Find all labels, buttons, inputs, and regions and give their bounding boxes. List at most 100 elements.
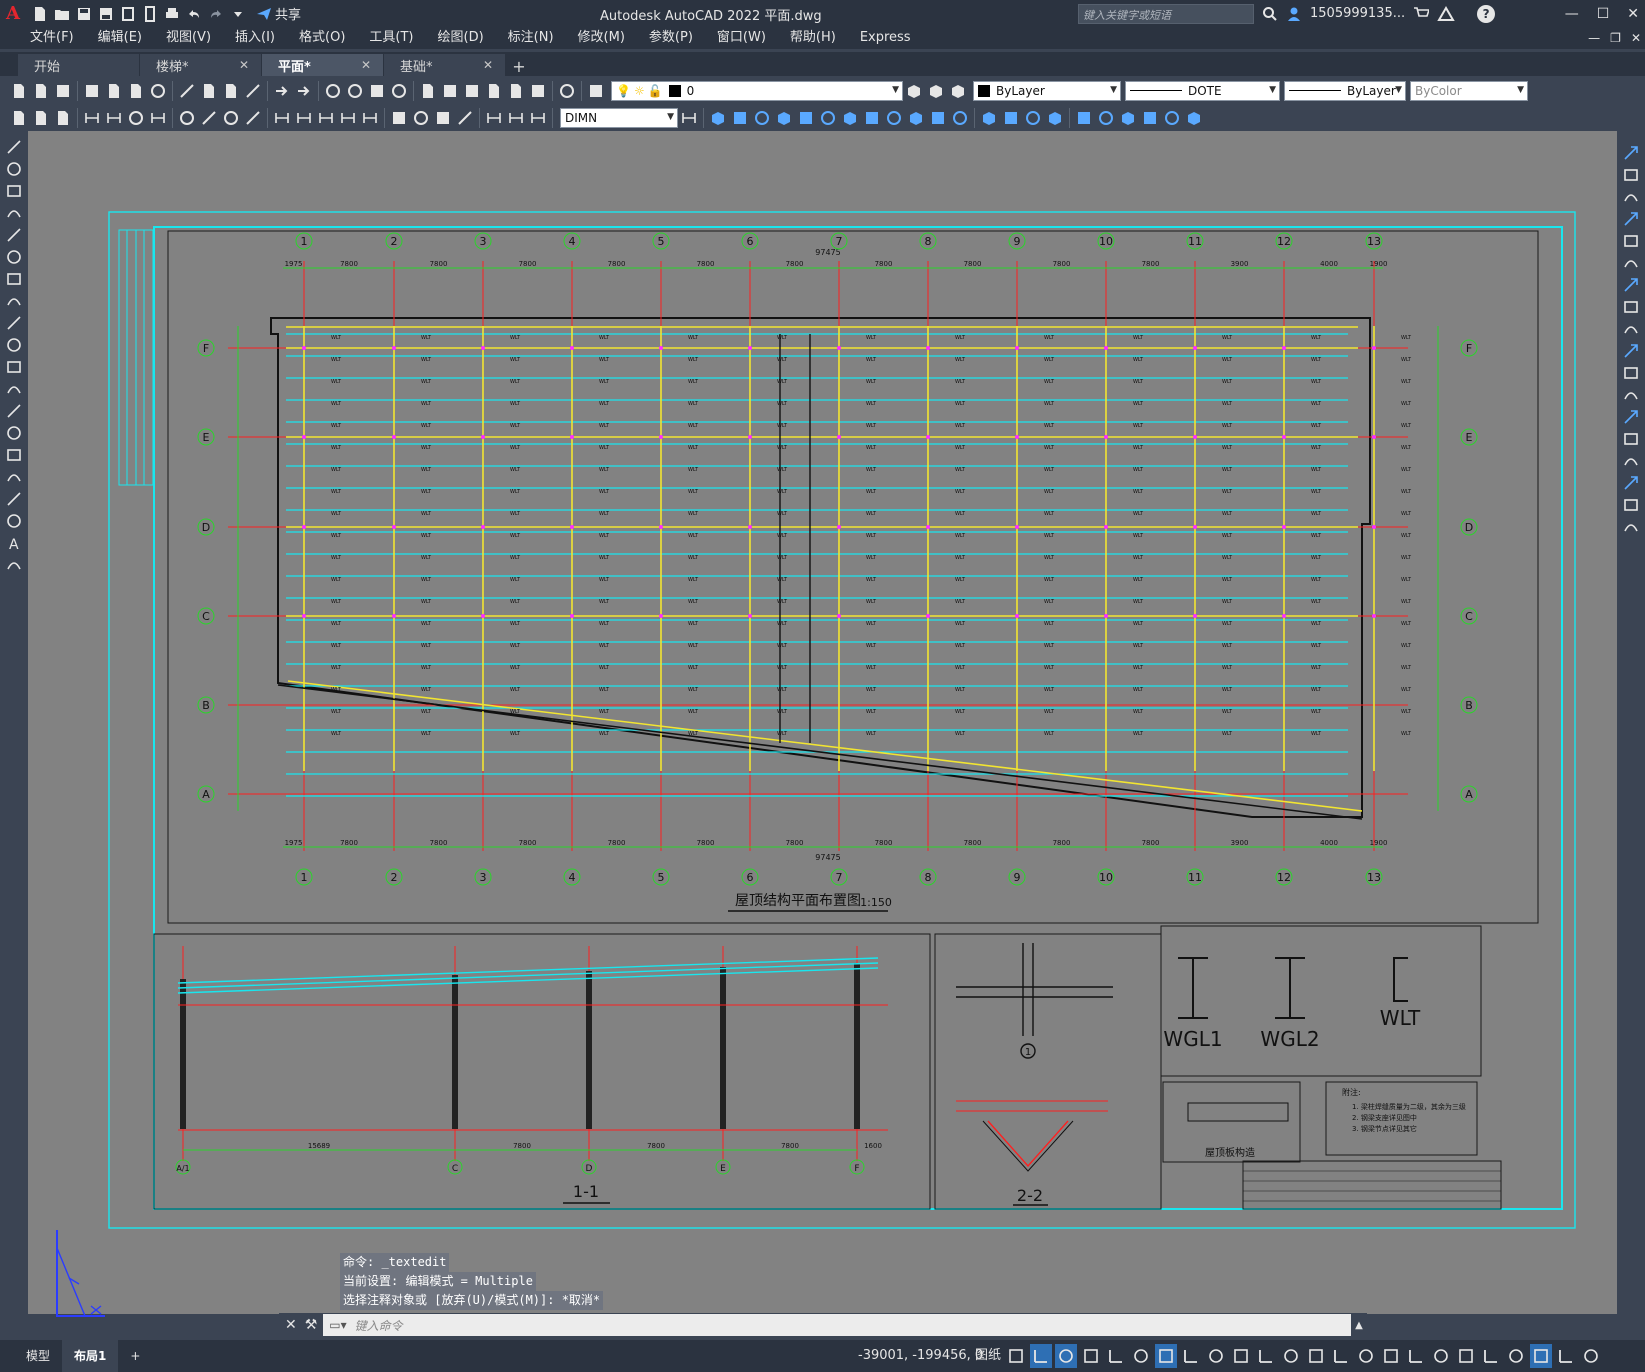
doc-restore-icon[interactable]: ❐ (1610, 31, 1621, 45)
ellipse-tool[interactable] (4, 335, 24, 354)
help-button[interactable] (556, 80, 578, 102)
hatch-tool[interactable] (4, 445, 24, 464)
intersect-button[interactable] (1044, 107, 1066, 129)
thicken-button[interactable] (1095, 107, 1117, 129)
box-3d-button[interactable] (707, 107, 729, 129)
inspect-button[interactable] (432, 107, 454, 129)
linear-dim-button[interactable] (81, 107, 103, 129)
polar-toggle[interactable] (1080, 1344, 1102, 1368)
design-center-button[interactable] (439, 80, 461, 102)
cylinder-button[interactable] (795, 107, 817, 129)
sphere-button[interactable] (773, 107, 795, 129)
help-button[interactable]: ? (1477, 4, 1496, 23)
circle-tool[interactable] (4, 269, 24, 288)
lineweight-toggle[interactable] (1180, 1344, 1202, 1368)
save-button[interactable] (52, 80, 74, 102)
new-tab-button[interactable]: + (506, 57, 532, 76)
scale-tool[interactable] (1621, 297, 1641, 316)
close-icon[interactable]: ✕ (1627, 6, 1639, 22)
zoom-realtime-button[interactable] (344, 80, 366, 102)
close-tab-icon[interactable]: ✕ (483, 58, 493, 72)
quick-dim-button[interactable] (271, 107, 293, 129)
tab-layout1[interactable]: 布局1 (62, 1340, 119, 1372)
user-icon[interactable] (1286, 6, 1302, 22)
osnap-toggle[interactable] (1155, 1344, 1177, 1368)
join-tool[interactable] (1621, 429, 1641, 448)
torus-button[interactable] (817, 107, 839, 129)
3d-osnap-toggle[interactable] (1255, 1344, 1277, 1368)
spline-tool[interactable] (4, 313, 24, 332)
extend-tool[interactable] (1621, 363, 1641, 382)
stretch-tool[interactable] (1621, 319, 1641, 338)
search-icon[interactable] (1262, 6, 1278, 22)
jogged-button[interactable] (198, 107, 220, 129)
plot-button[interactable] (162, 4, 182, 24)
multiline-text-tool[interactable]: A (4, 533, 24, 552)
menu-view[interactable]: 视图(V) (154, 27, 223, 49)
center-mark-button[interactable] (410, 107, 432, 129)
osnap-tracking-toggle[interactable] (1130, 1344, 1152, 1368)
break-tool[interactable] (1621, 407, 1641, 426)
construction-line-tool[interactable] (4, 159, 24, 178)
mirror-tool[interactable] (1621, 187, 1641, 206)
markup-button[interactable] (505, 80, 527, 102)
break-at-point-tool[interactable] (1621, 385, 1641, 404)
user-name[interactable]: 1505999135... (1310, 6, 1405, 21)
region-tool[interactable] (4, 489, 24, 508)
menu-express[interactable]: Express (848, 27, 923, 49)
isodraft-toggle[interactable] (1105, 1344, 1127, 1368)
blend-tool[interactable] (1621, 495, 1641, 514)
table-tool[interactable] (4, 511, 24, 530)
layers-button[interactable] (52, 107, 74, 129)
transparency-toggle[interactable] (1205, 1344, 1227, 1368)
app-menu-button[interactable]: A (0, 0, 26, 27)
gradient-tool[interactable] (4, 467, 24, 486)
cone-button[interactable] (751, 107, 773, 129)
point-tool[interactable] (4, 423, 24, 442)
fillet-tool[interactable] (1621, 473, 1641, 492)
section-button[interactable] (1139, 107, 1161, 129)
arc-tool[interactable] (4, 247, 24, 266)
space-button[interactable] (337, 107, 359, 129)
dimstyle-manager-button[interactable] (678, 107, 700, 129)
pan-button[interactable] (322, 80, 344, 102)
layer-properties-button[interactable] (585, 80, 607, 102)
match-button[interactable] (242, 80, 264, 102)
angular-button[interactable] (242, 107, 264, 129)
tab-start[interactable]: 开始 (18, 54, 140, 76)
help-search-input[interactable]: 键入关键字或短语 (1078, 4, 1254, 24)
pyramid-button[interactable] (839, 107, 861, 129)
ordinate-button[interactable] (147, 107, 169, 129)
plotstyle-dropdown[interactable]: ByColor ▼ (1410, 80, 1528, 101)
annotation-monitor-toggle[interactable] (1405, 1344, 1427, 1368)
line-tool[interactable] (4, 137, 24, 156)
break-button[interactable] (359, 107, 381, 129)
tolerance-button[interactable] (388, 107, 410, 129)
sheet-set-button[interactable] (483, 80, 505, 102)
dim-edit-button[interactable] (483, 107, 505, 129)
paste-button[interactable] (220, 80, 242, 102)
tab-plan[interactable]: 平面* ✕ (262, 54, 384, 76)
redo-button[interactable] (293, 80, 315, 102)
doc-minimize-icon[interactable]: — (1588, 31, 1600, 45)
aligned-dim-button[interactable] (103, 107, 125, 129)
snap-toggle[interactable] (1030, 1344, 1052, 1368)
workspace-toggle[interactable] (1380, 1344, 1402, 1368)
menu-modify[interactable]: 修改(M) (566, 27, 637, 49)
array-tool[interactable] (1621, 231, 1641, 250)
dimstyle-dropdown[interactable]: DIMN ▼ (560, 107, 678, 128)
menu-parametric[interactable]: 参数(P) (637, 27, 705, 49)
menu-dimension[interactable]: 标注(N) (496, 27, 566, 49)
calculator-button[interactable] (527, 80, 549, 102)
close-tab-icon[interactable]: ✕ (361, 58, 371, 72)
blocks-button[interactable] (30, 107, 52, 129)
publish-button[interactable] (125, 80, 147, 102)
move-tool[interactable] (1621, 253, 1641, 272)
open-web-button[interactable] (118, 4, 138, 24)
customize-toggle[interactable] (1580, 1344, 1602, 1368)
lineweight-dropdown[interactable]: ByLayer ▼ (1284, 80, 1406, 101)
copy-object-tool[interactable] (1621, 165, 1641, 184)
command-input[interactable]: ▭▾ 键入命令 (323, 1314, 1351, 1336)
cart-icon[interactable] (1413, 6, 1430, 22)
layer-state-button[interactable] (947, 80, 969, 102)
